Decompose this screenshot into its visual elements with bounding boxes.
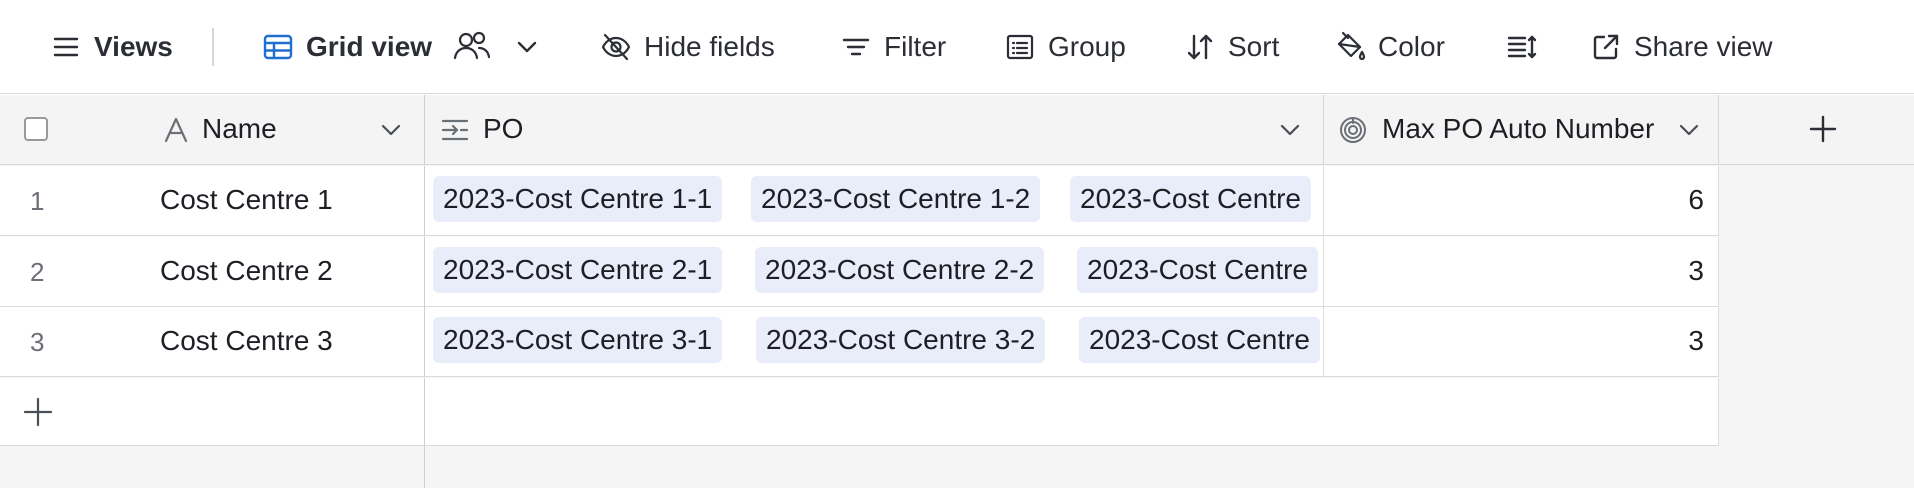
po-column-header[interactable]: PO xyxy=(425,95,1324,165)
hide-fields-label: Hide fields xyxy=(644,31,775,62)
max-po-cell[interactable]: 3 xyxy=(1324,307,1719,377)
name-cell[interactable]: Cost Centre 3 xyxy=(160,325,333,357)
row-number: 2 xyxy=(30,257,45,287)
toolbar-divider xyxy=(212,28,214,66)
text-field-icon xyxy=(162,115,190,145)
chevron-down-icon[interactable] xyxy=(378,117,404,143)
share-view-button[interactable]: Share view xyxy=(1576,22,1785,72)
column-divider xyxy=(424,446,425,488)
eye-slash-icon xyxy=(598,29,634,65)
linked-record-chip[interactable]: 2023-Cost Centre 2-1 xyxy=(433,247,723,293)
max-po-value: 6 xyxy=(1688,184,1704,215)
table-row[interactable]: 3 Cost Centre 3 2023-Cost Centre 3-1 202… xyxy=(0,307,1719,377)
linked-record-chip[interactable]: 2023-Cost Centre 1-1 xyxy=(433,176,723,222)
name-cell[interactable]: Cost Centre 2 xyxy=(160,255,333,287)
hide-fields-button[interactable]: Hide fields xyxy=(586,22,787,72)
column-divider xyxy=(1718,378,1719,446)
chevron-down-icon[interactable] xyxy=(512,30,542,64)
views-label: Views xyxy=(94,31,173,62)
name-cell[interactable]: Cost Centre 1 xyxy=(160,184,333,216)
chevron-down-icon[interactable] xyxy=(1277,117,1303,143)
add-record-row[interactable] xyxy=(0,378,1719,446)
max-po-cell[interactable]: 6 xyxy=(1324,166,1719,236)
linked-record-chip[interactable]: 2023-Cost Centre 3-1 xyxy=(433,317,723,363)
share-view-label: Share view xyxy=(1634,31,1773,62)
linked-record-chip[interactable]: 2023-Cost Centre 1-2 xyxy=(751,176,1041,222)
grid-view-icon xyxy=(260,29,296,65)
po-cell[interactable]: 2023-Cost Centre 2-1 2023-Cost Centre 2-… xyxy=(425,237,1324,307)
column-divider xyxy=(424,378,425,446)
table-row[interactable]: 2 Cost Centre 2 2023-Cost Centre 2-1 202… xyxy=(0,237,1719,307)
view-toolbar: Views Grid view Hide fields Filter Group xyxy=(0,0,1914,94)
chevron-down-icon[interactable] xyxy=(1676,117,1702,143)
external-link-icon xyxy=(1588,29,1624,65)
row-height-button[interactable] xyxy=(1492,22,1562,72)
group-icon xyxy=(1002,29,1038,65)
linked-record-chip[interactable]: 2023-Cost Centre 3-2 xyxy=(756,317,1046,363)
max-po-cell[interactable]: 3 xyxy=(1324,237,1719,307)
views-button[interactable]: Views xyxy=(36,22,185,72)
color-label: Color xyxy=(1378,31,1445,62)
sort-arrows-icon xyxy=(1182,29,1218,65)
collaborators-icon[interactable] xyxy=(452,28,492,64)
group-button[interactable]: Group xyxy=(990,22,1138,72)
linked-record-chip[interactable]: 2023-Cost Centre xyxy=(1070,176,1312,222)
grid-view-label: Grid view xyxy=(306,31,433,62)
max-po-column-header[interactable]: Max PO Auto Number xyxy=(1324,95,1719,165)
group-label: Group xyxy=(1048,31,1126,62)
filter-button[interactable]: Filter xyxy=(826,22,958,72)
grid-view-switcher[interactable]: Grid view xyxy=(248,22,444,72)
plus-icon[interactable] xyxy=(1807,113,1839,145)
link-records-icon xyxy=(439,115,471,145)
po-cell[interactable]: 2023-Cost Centre 1-1 2023-Cost Centre 1-… xyxy=(425,166,1324,236)
rollup-icon xyxy=(1338,115,1368,145)
color-button[interactable]: Color xyxy=(1320,22,1457,72)
max-po-value: 3 xyxy=(1688,325,1704,356)
filter-label: Filter xyxy=(884,31,947,62)
linked-record-chip[interactable]: 2023-Cost Centre 2-2 xyxy=(755,247,1045,293)
paint-bucket-icon xyxy=(1332,29,1368,65)
filter-icon xyxy=(838,29,874,65)
max-po-column-label: Max PO Auto Number xyxy=(1382,113,1655,144)
hamburger-menu-icon xyxy=(48,29,84,65)
sort-label: Sort xyxy=(1228,31,1280,62)
table-row[interactable]: 1 Cost Centre 1 2023-Cost Centre 1-1 202… xyxy=(0,166,1719,236)
linked-record-chip[interactable]: 2023-Cost Centre xyxy=(1079,317,1321,363)
name-column-label: Name xyxy=(202,113,277,144)
linked-record-chip[interactable]: 2023-Cost Centre xyxy=(1077,247,1319,293)
po-cell[interactable]: 2023-Cost Centre 3-1 2023-Cost Centre 3-… xyxy=(425,307,1324,377)
max-po-value: 3 xyxy=(1688,255,1704,286)
sort-button[interactable]: Sort xyxy=(1170,22,1291,72)
row-number: 3 xyxy=(30,327,45,357)
add-field-header[interactable] xyxy=(1719,95,1914,165)
row-height-icon xyxy=(1504,29,1540,65)
name-column-header[interactable]: Name xyxy=(0,95,425,165)
select-all-checkbox[interactable] xyxy=(24,117,48,141)
po-column-label: PO xyxy=(483,113,524,144)
row-number: 1 xyxy=(30,186,45,216)
records-grid: Name PO Max PO Auto Number 1 Cost Centre… xyxy=(0,95,1914,488)
plus-icon[interactable] xyxy=(22,396,54,428)
